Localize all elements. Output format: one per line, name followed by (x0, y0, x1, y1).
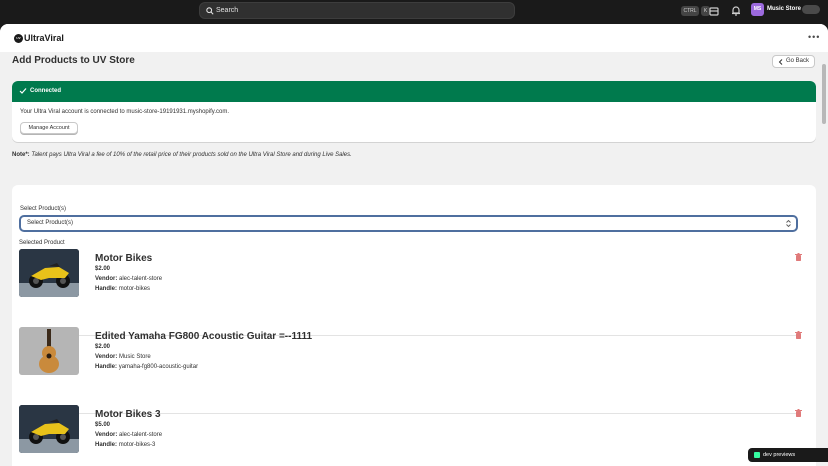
product-item: Motor Bikes 3 $5.00 Vendor: alec-talent-… (19, 405, 802, 455)
product-thumbnail-motorbike (19, 249, 79, 297)
store-avatar[interactable]: MS (751, 3, 764, 16)
select-product-dropdown[interactable]: Select Product(s) (19, 215, 798, 232)
product-handle: Handle: motor-bikes (95, 286, 151, 292)
search-input[interactable]: Search CTRL K (199, 2, 710, 19)
fee-note: Note*: Talent pays Ultra Viral a fee of … (12, 152, 352, 158)
sidebar-toggle[interactable] (802, 5, 820, 14)
select-product-value: Select Product(s) (27, 220, 74, 226)
connection-message: Your Ultra Viral account is connected to… (20, 109, 229, 115)
delete-product-icon[interactable] (795, 331, 802, 339)
connection-status-banner: Connected (12, 81, 816, 102)
product-item: Motor Bikes $2.00 Vendor: alec-talent-st… (19, 249, 802, 299)
go-back-label: Go Back (786, 58, 810, 64)
store-name[interactable]: Music Store (767, 6, 801, 12)
product-price: $2.00 (95, 266, 111, 272)
select-arrows-icon (786, 219, 791, 228)
motorbike-image (19, 405, 79, 453)
note-text: Talent pays Ultra Viral a fee of 10% of … (31, 152, 352, 158)
search-icon (206, 7, 214, 15)
manage-account-button[interactable]: Manage Account (20, 122, 78, 134)
more-options-icon[interactable]: ••• (808, 32, 820, 42)
check-icon (19, 88, 27, 94)
app-frame: UV UltraViral ••• Add Products to UV Sto… (0, 24, 828, 466)
dev-previews-badge[interactable]: dev previews (748, 448, 828, 462)
bell-icon[interactable] (730, 5, 742, 17)
select-product-label: Select Product(s) (20, 206, 67, 212)
ultraviral-logo-text: UltraViral (24, 33, 64, 43)
page-title: Add Products to UV Store (12, 55, 135, 66)
product-handle: Handle: yamaha-fg800-acoustic-guitar (95, 364, 199, 370)
note-prefix: Note*: (12, 152, 30, 158)
delete-product-icon[interactable] (795, 409, 802, 417)
product-vendor: Vendor: alec-talent-store (95, 432, 163, 438)
motorbike-image (19, 249, 79, 297)
product-thumbnail-motorbike (19, 405, 79, 453)
product-vendor: Vendor: alec-talent-store (95, 276, 163, 282)
admin-topbar: Search CTRL K MS Music Store (0, 0, 828, 24)
ultraviral-logo-mark: UV (14, 34, 23, 43)
product-name: Motor Bikes (95, 253, 153, 264)
product-thumbnail-guitar (19, 327, 79, 375)
store-icon[interactable] (708, 5, 720, 17)
product-handle: Handle: motor-bikes-3 (95, 442, 156, 448)
product-name: Edited Yamaha FG800 Acoustic Guitar =--1… (95, 331, 313, 342)
product-vendor: Vendor: Music Store (95, 354, 151, 360)
search-placeholder: Search (216, 7, 239, 14)
product-price: $5.00 (95, 422, 111, 428)
connection-card: Connected Your Ultra Viral account is co… (12, 81, 816, 142)
delete-product-icon[interactable] (795, 253, 802, 261)
shopify-dev-icon (754, 452, 760, 458)
scrollbar[interactable] (822, 64, 826, 124)
selected-product-heading: Selected Product (19, 240, 65, 246)
product-price: $2.00 (95, 344, 111, 350)
product-name: Motor Bikes 3 (95, 409, 161, 420)
shortcut-ctrl: CTRL (681, 6, 699, 16)
chevron-left-icon (778, 59, 783, 65)
guitar-image (19, 327, 79, 375)
app-header: UV UltraViral ••• (0, 24, 828, 52)
dev-previews-label: dev previews (763, 452, 796, 458)
go-back-button[interactable]: Go Back (772, 55, 815, 68)
product-item: Edited Yamaha FG800 Acoustic Guitar =--1… (19, 327, 802, 377)
connection-status: Connected (30, 88, 62, 94)
products-card: Select Product(s) Select Product(s) Sele… (12, 185, 816, 466)
